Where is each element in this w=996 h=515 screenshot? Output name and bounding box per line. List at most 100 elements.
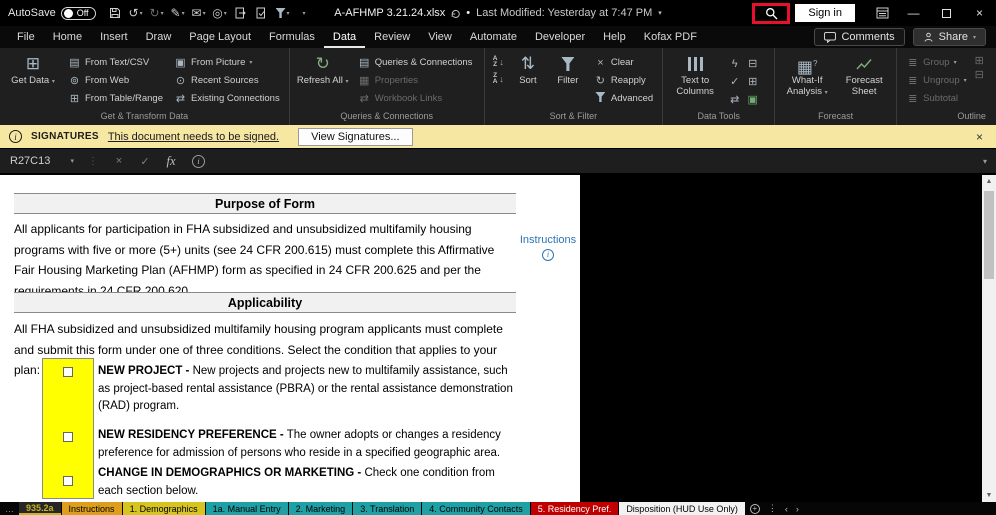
tab-overflow-left-icon[interactable]: … bbox=[0, 502, 19, 515]
menu-tab-review[interactable]: Review bbox=[365, 26, 419, 48]
close-button[interactable]: × bbox=[963, 0, 996, 26]
text-to-columns-button[interactable]: Text to Columns bbox=[669, 52, 721, 97]
sheet-tab-2-marketing[interactable]: 2. Marketing bbox=[289, 502, 353, 515]
autosave-switch[interactable]: Off bbox=[61, 7, 96, 20]
menu-tab-insert[interactable]: Insert bbox=[91, 26, 137, 48]
undo-icon[interactable]: ↺▾ bbox=[126, 3, 146, 23]
sheet-tab-5-residency-pref-[interactable]: 5. Residency Pref. bbox=[531, 502, 619, 515]
menu-tab-view[interactable]: View bbox=[419, 26, 461, 48]
view-signatures-button[interactable]: View Signatures... bbox=[298, 128, 412, 146]
reapply-button[interactable]: ↻Reapply bbox=[591, 72, 656, 89]
name-box-chevron-icon[interactable]: ▾ bbox=[70, 157, 74, 165]
data-validation-icon[interactable]: ✓ bbox=[726, 73, 743, 90]
new-sheet-button[interactable]: + bbox=[746, 502, 764, 515]
menu-tab-help[interactable]: Help bbox=[594, 26, 635, 48]
search-icon[interactable] bbox=[765, 7, 778, 20]
autosave-toggle[interactable]: AutoSave Off bbox=[8, 7, 96, 20]
drag-handle-icon[interactable]: ⋮ bbox=[80, 156, 106, 167]
message-bar-close-icon[interactable]: × bbox=[976, 130, 996, 144]
sheet-tab-instructions[interactable]: Instructions bbox=[62, 502, 122, 515]
sort-ascending-button[interactable]: AZ↓ bbox=[491, 54, 506, 70]
from-table-range-button[interactable]: ⊞From Table/Range bbox=[65, 90, 166, 107]
pen-icon[interactable]: ✎▾ bbox=[168, 3, 188, 23]
workbook-links-button: ⇄Workbook Links bbox=[355, 90, 476, 107]
document-export-icon[interactable] bbox=[231, 3, 251, 23]
menu-tab-draw[interactable]: Draw bbox=[137, 26, 181, 48]
scroll-down-icon[interactable]: ▼ bbox=[982, 492, 996, 499]
clear-filter-button[interactable]: ×Clear bbox=[591, 54, 656, 71]
menu-tab-developer[interactable]: Developer bbox=[526, 26, 594, 48]
from-web-button[interactable]: ⊚From Web bbox=[65, 72, 166, 89]
sheet-tab-1a-manual-entry[interactable]: 1a. Manual Entry bbox=[206, 502, 288, 515]
vertical-scrollbar[interactable]: ▲ ▼ bbox=[982, 175, 996, 502]
data-model-icon[interactable]: ▣ bbox=[744, 91, 761, 108]
maximize-button[interactable] bbox=[930, 0, 963, 26]
menu-tab-data[interactable]: Data bbox=[324, 26, 365, 48]
scroll-up-icon[interactable]: ▲ bbox=[982, 178, 996, 185]
scrollbar-thumb[interactable] bbox=[984, 191, 994, 279]
forecast-sheet-button[interactable]: Forecast Sheet bbox=[838, 52, 890, 97]
instructions-link-block: Instructions i bbox=[518, 234, 578, 261]
minimize-button[interactable]: — bbox=[897, 0, 930, 26]
clear-icon: × bbox=[594, 57, 607, 69]
tab-scroll-left-icon[interactable]: ‹ bbox=[781, 502, 792, 515]
recent-sources-button[interactable]: ⊙Recent Sources bbox=[171, 72, 283, 89]
existing-connections-button[interactable]: ⇄Existing Connections bbox=[171, 90, 283, 107]
instructions-link[interactable]: Instructions bbox=[518, 234, 578, 246]
formula-input[interactable] bbox=[205, 149, 974, 173]
menu-tab-formulas[interactable]: Formulas bbox=[260, 26, 324, 48]
relationships-icon[interactable]: ⇄ bbox=[726, 91, 743, 108]
sort-descending-button[interactable]: ZA↓ bbox=[491, 71, 506, 87]
queries-icon: ▤ bbox=[358, 56, 371, 69]
share-button[interactable]: Share ▾ bbox=[913, 28, 986, 46]
new-project-checkbox[interactable] bbox=[63, 367, 73, 377]
sheet-tab-1-demographics[interactable]: 1. Demographics bbox=[123, 502, 205, 515]
sheet-tab-3-translation[interactable]: 3. Translation bbox=[353, 502, 421, 515]
insert-function-icon[interactable]: fx bbox=[158, 154, 184, 169]
document-check-icon[interactable] bbox=[252, 3, 272, 23]
sign-in-button[interactable]: Sign in bbox=[795, 4, 855, 22]
expand-formula-bar-icon[interactable]: ▾ bbox=[974, 157, 996, 166]
from-picture-button[interactable]: ▣From Picture▾ bbox=[171, 54, 283, 71]
sheet-tab-4-community-contacts[interactable]: 4. Community Contacts bbox=[422, 502, 530, 515]
filter-edit-icon[interactable]: ▾ bbox=[273, 3, 293, 23]
queries-connections-button[interactable]: ▤Queries & Connections bbox=[355, 54, 476, 71]
advanced-filter-button[interactable]: Advanced bbox=[591, 90, 656, 107]
from-text-csv-button[interactable]: ▤From Text/CSV bbox=[65, 54, 166, 71]
flash-fill-icon[interactable]: ϟ bbox=[726, 55, 743, 72]
remove-duplicates-icon[interactable]: ⊟ bbox=[744, 55, 761, 72]
filter-button[interactable]: Filter bbox=[550, 52, 586, 87]
menu-tab-page-layout[interactable]: Page Layout bbox=[180, 26, 260, 48]
properties-button: ▦Properties bbox=[355, 72, 476, 89]
name-box[interactable]: R27C13 ▾ bbox=[0, 149, 80, 173]
ribbon-display-options-icon[interactable] bbox=[867, 0, 897, 26]
menu-tab-kofax-pdf[interactable]: Kofax PDF bbox=[635, 26, 706, 48]
comments-button[interactable]: Comments bbox=[814, 28, 904, 46]
refresh-all-button[interactable]: ↻ Refresh All ▾ bbox=[296, 52, 350, 88]
title-chevron-icon[interactable]: ▾ bbox=[658, 9, 662, 17]
consolidate-icon[interactable]: ⊞ bbox=[744, 73, 761, 90]
residency-preference-checkbox[interactable] bbox=[63, 432, 73, 442]
instructions-info-icon[interactable]: i bbox=[542, 249, 554, 261]
what-if-analysis-button[interactable]: ▦? What-If Analysis ▾ bbox=[781, 52, 833, 98]
sheet-tab-disposition-hud-use-only-[interactable]: Disposition (HUD Use Only) bbox=[619, 502, 745, 515]
sheet-tabs: 935.2aInstructions1. Demographics1a. Man… bbox=[19, 502, 746, 515]
sort-button[interactable]: ⇅ Sort bbox=[511, 52, 545, 87]
menu-tab-file[interactable]: File bbox=[8, 26, 44, 48]
menu-tab-automate[interactable]: Automate bbox=[461, 26, 526, 48]
get-data-button[interactable]: ⊞ Get Data ▾ bbox=[6, 52, 60, 88]
sheet-tab-935-2a[interactable]: 935.2a bbox=[19, 502, 61, 515]
formula-info-icon[interactable]: i bbox=[192, 155, 205, 168]
save-icon[interactable] bbox=[105, 3, 125, 23]
tab-menu-icon[interactable]: ⋮ bbox=[764, 502, 781, 515]
mail-icon[interactable]: ✉▾ bbox=[189, 3, 209, 23]
tab-scroll-right-icon[interactable]: › bbox=[792, 502, 803, 515]
needs-signing-link[interactable]: This document needs to be signed. bbox=[108, 131, 279, 143]
heading-applicability: Applicability bbox=[14, 292, 516, 313]
demographics-marketing-checkbox[interactable] bbox=[63, 476, 73, 486]
document-title[interactable]: A-AFHMP 3.21.24.xlsx • Last Modified: Ye… bbox=[334, 7, 662, 19]
condition-residency-preference: NEW RESIDENCY PREFERENCE - The owner ado… bbox=[98, 427, 516, 462]
loop-icon[interactable]: ◎▾ bbox=[210, 3, 230, 23]
menu-tab-home[interactable]: Home bbox=[44, 26, 91, 48]
quick-access-overflow-icon[interactable]: ▾ bbox=[294, 3, 314, 23]
